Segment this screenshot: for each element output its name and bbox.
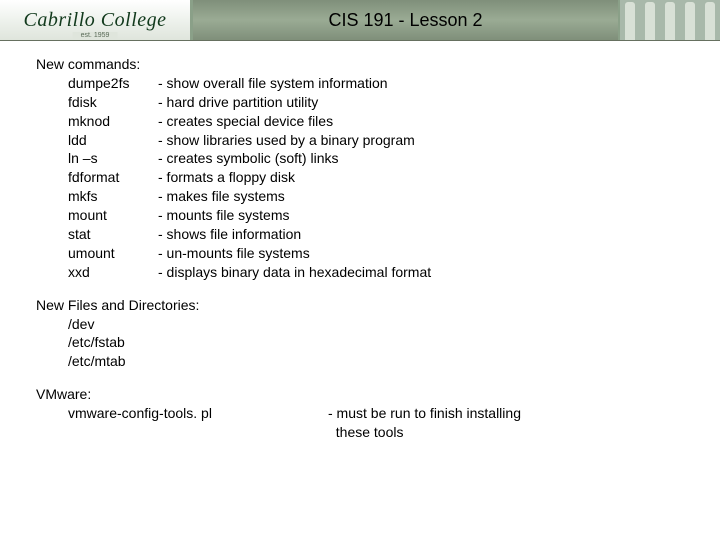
command-name: ldd (36, 131, 158, 150)
command-desc: - creates symbolic (soft) links (158, 149, 690, 168)
command-row: fdformat - formats a floppy disk (36, 168, 690, 187)
files-heading: New Files and Directories: (36, 296, 690, 315)
slide-title: CIS 191 - Lesson 2 (193, 10, 618, 31)
command-row: mkfs - makes file systems (36, 187, 690, 206)
vmware-row: vmware-config-tools. pl - must be run to… (36, 404, 690, 442)
command-desc: - formats a floppy disk (158, 168, 690, 187)
command-desc: - creates special device files (158, 112, 690, 131)
command-name: mount (36, 206, 158, 225)
file-item: /etc/fstab (36, 333, 690, 352)
vmware-heading: VMware: (36, 385, 690, 404)
command-name: mknod (36, 112, 158, 131)
command-desc: - un-mounts file systems (158, 244, 690, 263)
file-item: /dev (36, 315, 690, 334)
header-decoration (618, 0, 720, 40)
new-files-section: New Files and Directories: /dev /etc/fst… (36, 296, 690, 372)
command-name: dumpe2fs (36, 74, 158, 93)
command-name: xxd (36, 263, 158, 282)
vmware-command: vmware-config-tools. pl (36, 404, 328, 442)
command-row: ldd - show libraries used by a binary pr… (36, 131, 690, 150)
vmware-desc-line: these tools (328, 423, 690, 442)
command-name: stat (36, 225, 158, 244)
command-name: ln –s (36, 149, 158, 168)
slide-header: Cabrillo College est. 1959 CIS 191 - Les… (0, 0, 720, 41)
logo-est: est. 1959 (73, 32, 118, 39)
commands-heading: New commands: (36, 55, 690, 74)
command-row: fdisk - hard drive partition utility (36, 93, 690, 112)
command-desc: - mounts file systems (158, 206, 690, 225)
command-name: fdisk (36, 93, 158, 112)
command-row: umount - un-mounts file systems (36, 244, 690, 263)
command-desc: - show overall file system information (158, 74, 690, 93)
command-row: dumpe2fs - show overall file system info… (36, 74, 690, 93)
command-row: ln –s - creates symbolic (soft) links (36, 149, 690, 168)
new-commands-section: New commands: dumpe2fs - show overall fi… (36, 55, 690, 282)
command-desc: - hard drive partition utility (158, 93, 690, 112)
command-desc: - displays binary data in hexadecimal fo… (158, 263, 690, 282)
command-row: xxd - displays binary data in hexadecima… (36, 263, 690, 282)
command-row: mount - mounts file systems (36, 206, 690, 225)
vmware-desc: - must be run to finish installing these… (328, 404, 690, 442)
command-row: mknod - creates special device files (36, 112, 690, 131)
command-row: stat - shows file information (36, 225, 690, 244)
command-name: fdformat (36, 168, 158, 187)
logo-text: Cabrillo College (24, 9, 167, 32)
command-name: mkfs (36, 187, 158, 206)
slide-body: New commands: dumpe2fs - show overall fi… (0, 41, 720, 442)
command-desc: - shows file information (158, 225, 690, 244)
vmware-desc-line: - must be run to finish installing (328, 404, 690, 423)
command-desc: - makes file systems (158, 187, 690, 206)
college-logo: Cabrillo College est. 1959 (0, 0, 193, 40)
vmware-section: VMware: vmware-config-tools. pl - must b… (36, 385, 690, 442)
command-desc: - show libraries used by a binary progra… (158, 131, 690, 150)
file-item: /etc/mtab (36, 352, 690, 371)
command-name: umount (36, 244, 158, 263)
